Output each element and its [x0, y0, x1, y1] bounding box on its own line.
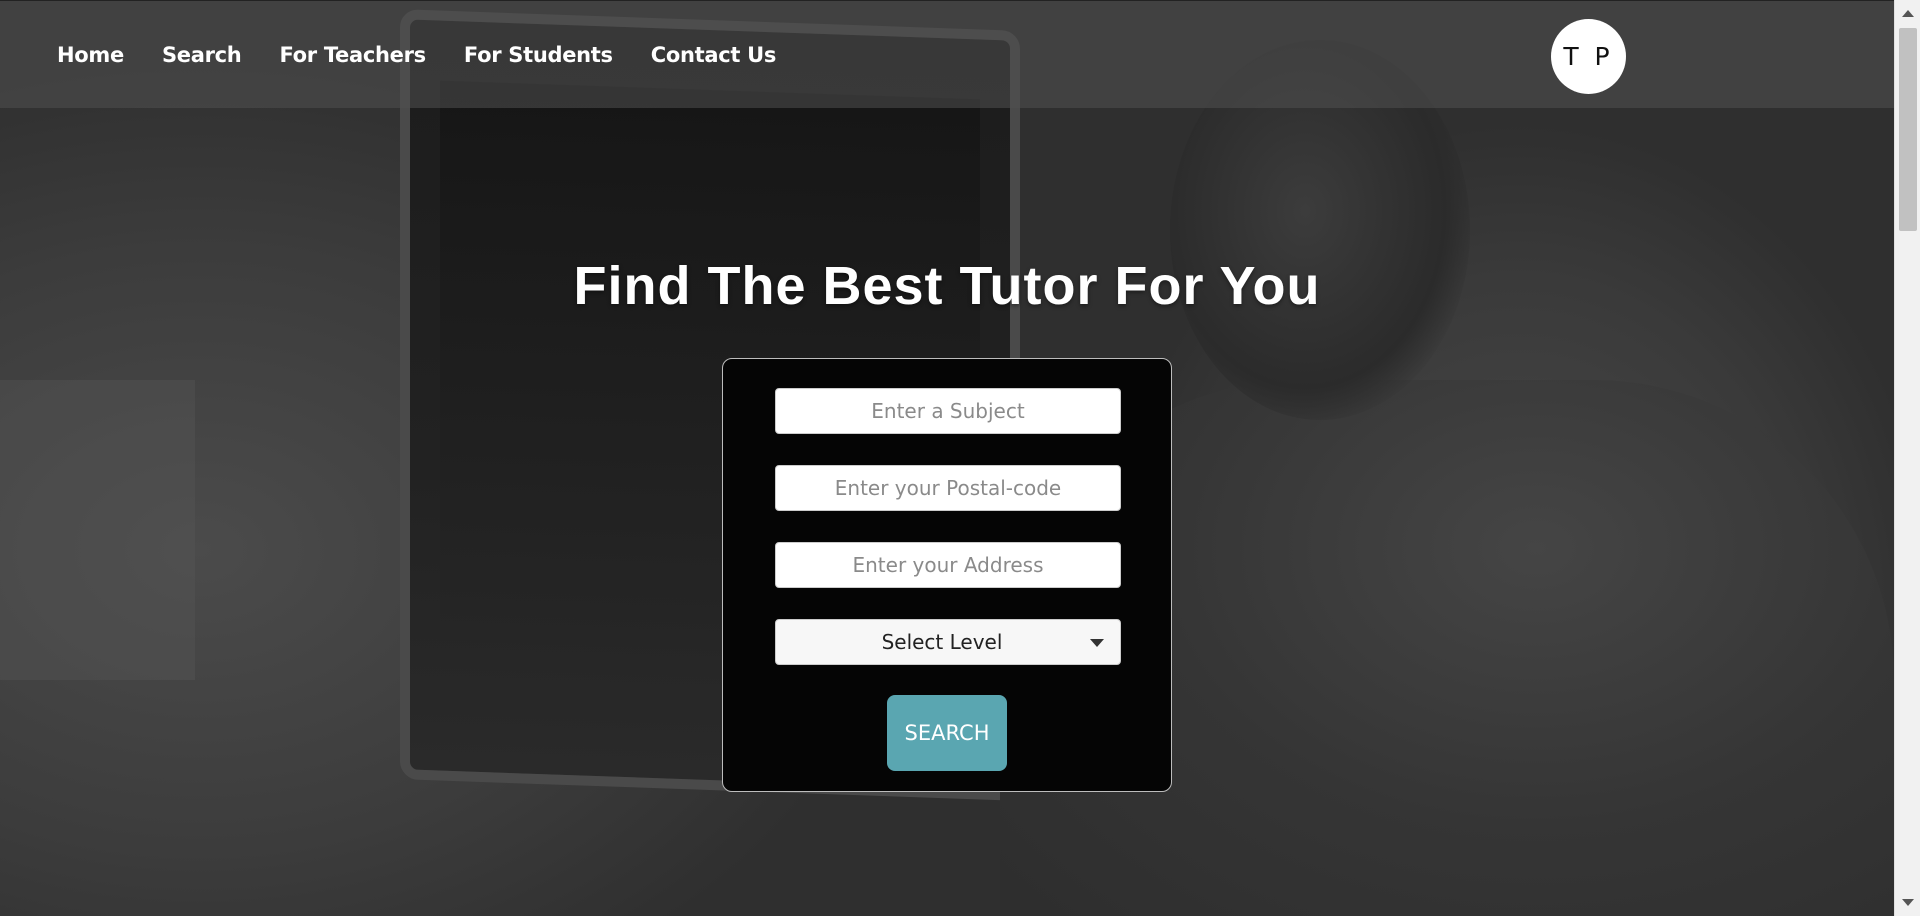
level-select[interactable]: Select Level: [775, 619, 1121, 665]
nav-link-home[interactable]: Home: [57, 43, 124, 67]
chevron-down-icon: [1090, 639, 1104, 647]
address-input[interactable]: [775, 542, 1121, 588]
nav-link-for-teachers[interactable]: For Teachers: [279, 43, 426, 67]
nav-link-contact-us[interactable]: Contact Us: [651, 43, 777, 67]
page-scrollbar[interactable]: [1894, 0, 1920, 916]
nav-link-search[interactable]: Search: [162, 43, 242, 67]
tutor-search-form: Select Level SEARCH: [722, 358, 1172, 792]
scrollbar-thumb[interactable]: [1899, 28, 1917, 231]
nav-links: Home Search For Teachers For Students Co…: [57, 43, 814, 67]
arrow-up-icon[interactable]: [1902, 10, 1914, 17]
arrow-down-icon[interactable]: [1902, 899, 1914, 906]
postal-code-input[interactable]: [775, 465, 1121, 511]
hero-title: Find The Best Tutor For You: [573, 256, 1321, 316]
search-button[interactable]: SEARCH: [887, 695, 1007, 771]
background-shelf: [0, 380, 195, 680]
site-logo[interactable]: T P: [1551, 19, 1626, 94]
nav-link-for-students[interactable]: For Students: [464, 43, 613, 67]
top-navbar: Home Search For Teachers For Students Co…: [0, 0, 1894, 108]
level-select-value: Select Level: [881, 630, 1003, 654]
subject-input[interactable]: [775, 388, 1121, 434]
